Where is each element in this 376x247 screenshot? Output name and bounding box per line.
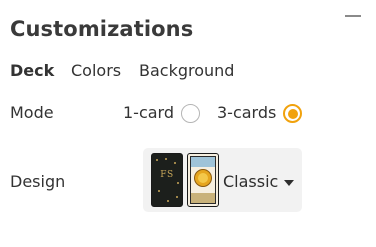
mode-option-3-cards[interactable]: 3-cards	[217, 102, 307, 124]
radio-button-1-card[interactable]	[181, 104, 200, 123]
caret-down-icon	[284, 180, 294, 186]
design-select[interactable]: FS Classic	[143, 148, 302, 212]
radio-selected-dot	[288, 109, 298, 119]
collapse-button[interactable]	[342, 8, 366, 26]
tab-background[interactable]: Background	[139, 61, 234, 80]
minus-icon	[345, 15, 361, 17]
radio-button-3-cards[interactable]	[283, 104, 302, 123]
design-selected-value: Classic	[223, 172, 279, 191]
tab-colors[interactable]: Colors	[71, 61, 121, 80]
card-front-thumbnail	[187, 153, 219, 207]
mode-option-label: 3-cards	[217, 103, 277, 122]
tab-deck[interactable]: Deck	[10, 61, 54, 80]
mode-option-1-card[interactable]: 1-card	[123, 102, 203, 124]
mode-label: Mode	[10, 103, 54, 122]
design-label: Design	[10, 172, 66, 191]
customizations-panel: Customizations Deck Colors Background Mo…	[0, 0, 376, 247]
panel-title: Customizations	[10, 17, 194, 41]
card-back-thumbnail: FS	[151, 153, 183, 207]
mode-option-label: 1-card	[123, 103, 175, 122]
card-back-monogram: FS	[160, 170, 174, 180]
